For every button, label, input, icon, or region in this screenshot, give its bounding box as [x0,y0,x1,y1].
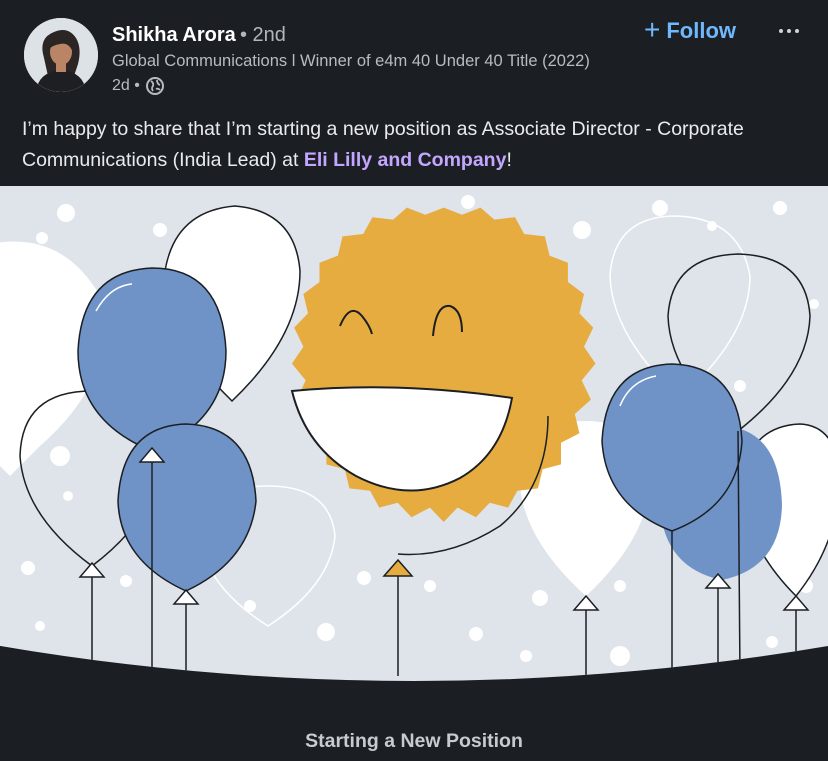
post-header: Shikha Arora • 2nd Global Communications… [0,0,828,110]
more-dot [779,29,783,33]
author-name[interactable]: Shikha Arora [112,24,236,47]
post-text-end: ! [506,149,512,171]
follow-button[interactable]: + Follow [644,14,736,48]
company-link[interactable]: Eli Lilly and Company [304,149,507,171]
follow-label: Follow [666,18,737,43]
post-meta: 2d • [112,76,165,96]
globe-icon [145,77,164,95]
more-dot [795,29,799,33]
more-options-button[interactable] [772,14,806,48]
more-dot [787,29,791,33]
plus-icon: + [644,13,661,45]
post-timestamp[interactable]: 2d • [112,77,140,95]
post-image[interactable] [0,186,828,695]
post-text: I’m happy to share that I’m starting a n… [22,114,812,176]
author-headline: Global Communications l Winner of e4m 40… [112,52,590,70]
image-caption: Starting a New Position [305,730,523,752]
author-avatar[interactable] [24,18,98,92]
connection-degree: • 2nd [240,24,286,46]
